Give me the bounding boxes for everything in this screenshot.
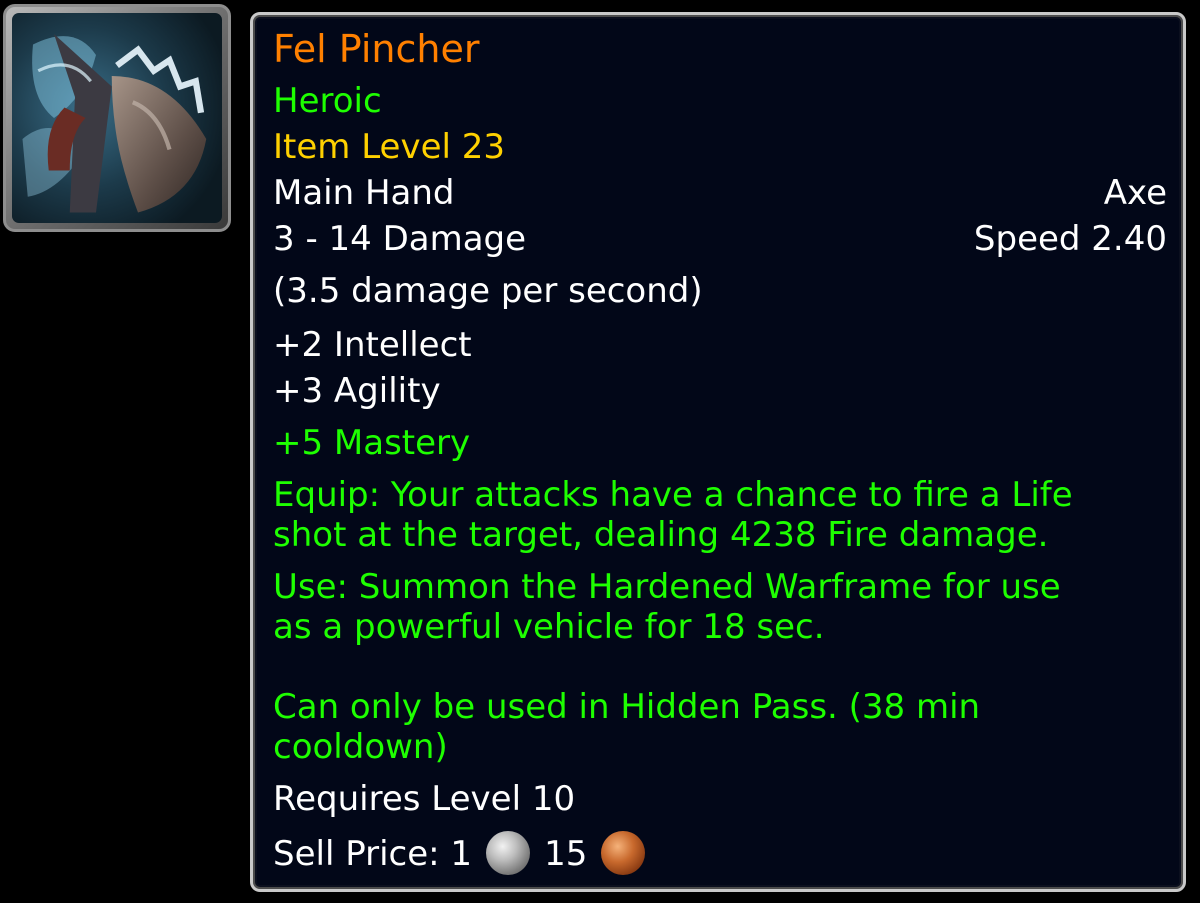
item-difficulty: Heroic xyxy=(273,81,382,121)
sell-price-label: Sell Price: xyxy=(273,834,440,874)
sell-price-row: Sell Price: 1 15 xyxy=(273,831,1167,875)
weapon-dps: (3.5 damage per second) xyxy=(273,271,703,311)
stat-agility: +3 Agility xyxy=(273,371,441,411)
use-restriction-line-1: Can only be used in Hidden Pass. (38 min xyxy=(273,687,981,727)
use-restriction-line-2: cooldown) xyxy=(273,727,448,767)
equip-effect-line-2: shot at the target, dealing 4238 Fire da… xyxy=(273,515,1049,555)
weapon-speed: Speed 2.40 xyxy=(973,219,1167,259)
weapon-type: Axe xyxy=(1103,173,1167,213)
sell-price-copper: 15 xyxy=(544,834,588,874)
sell-price-silver: 1 xyxy=(450,834,473,874)
item-name: Fel Pincher xyxy=(273,27,480,71)
item-tooltip: Fel Pincher Heroic Item Level 23 Main Ha… xyxy=(250,12,1186,892)
weapon-damage: 3 - 14 Damage xyxy=(273,219,527,259)
silver-coin-icon xyxy=(486,831,531,875)
level-requirement: Requires Level 10 xyxy=(273,779,576,819)
slot-row: Main Hand Axe xyxy=(273,173,1167,213)
equip-effect-line-1: Equip: Your attacks have a chance to fir… xyxy=(273,475,1073,515)
copper-coin-icon xyxy=(601,831,646,875)
use-effect-line-2: as a powerful vehicle for 18 sec. xyxy=(273,607,825,647)
use-effect-line-1: Use: Summon the Hardened Warframe for us… xyxy=(273,567,1061,607)
fel-pincher-axe-icon xyxy=(12,13,222,223)
item-slot: Main Hand xyxy=(273,173,455,213)
item-level: Item Level 23 xyxy=(273,127,506,167)
stat-mastery: +5 Mastery xyxy=(273,423,471,463)
damage-row: 3 - 14 Damage Speed 2.40 xyxy=(273,219,1167,259)
stat-intellect: +2 Intellect xyxy=(273,325,472,365)
item-icon-frame[interactable] xyxy=(3,4,231,232)
